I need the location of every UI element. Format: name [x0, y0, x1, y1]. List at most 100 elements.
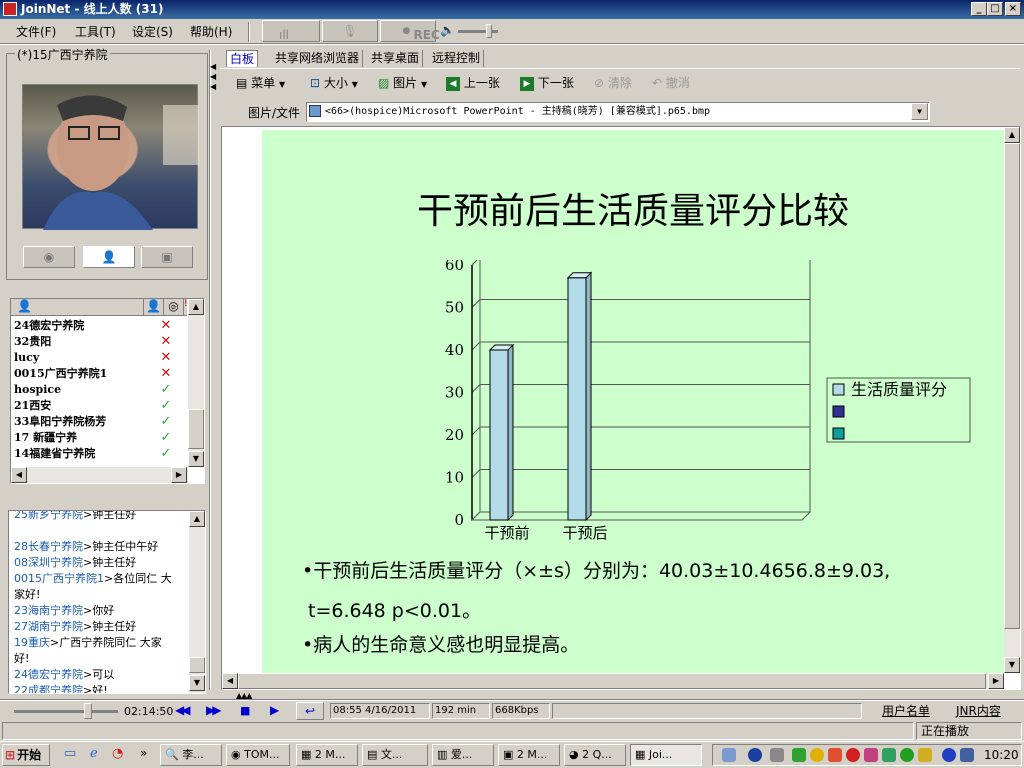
x-tick-label: 干预后 [562, 524, 607, 542]
camera-off-button[interactable]: ◉ [23, 246, 75, 268]
taskbar-button[interactable]: ◉ TOM... [226, 744, 290, 766]
start-button[interactable]: ⊞ 开始 [2, 744, 50, 766]
sound-icon[interactable] [770, 748, 784, 762]
menu-help[interactable]: 帮助(H) [190, 23, 232, 40]
chat-text: 家好! [14, 588, 41, 601]
tab-desktop-share[interactable]: 共享桌面 [368, 50, 424, 67]
keyboard-icon[interactable] [722, 748, 736, 762]
qq-icon[interactable] [810, 748, 824, 762]
ie-icon[interactable]: ℯ [90, 746, 98, 761]
tab-whiteboard[interactable]: 白板 [226, 50, 259, 67]
file-dropdown-button[interactable]: ▼ [911, 103, 928, 120]
menu-button[interactable]: ▤ 菜单 ▼ [236, 73, 285, 95]
menu-file[interactable]: 文件(F) [16, 23, 56, 40]
show-desktop-icon[interactable]: ▭ [64, 746, 76, 761]
volume-slider-thumb[interactable] [486, 24, 492, 38]
menu-tools[interactable]: 工具(T) [75, 23, 116, 40]
user-list-item[interactable]: lucy [14, 350, 39, 366]
prev-arrow-icon: ◀ [446, 76, 460, 91]
fast-forward-button[interactable]: ▶▶ [206, 703, 222, 717]
minimize-button[interactable]: _ [971, 2, 987, 16]
whiteboard-hscrollbar[interactable]: ◀ ▶ [222, 673, 1004, 689]
whiteboard-canvas[interactable]: 干预前后生活质量评分比较 0 10 20 30 40 50 60 干预前 干预后 生活质量评分 •… [221, 126, 1021, 690]
clock: 10:20 [984, 748, 1019, 762]
size-button[interactable]: ⊡ 大小 ▼ [310, 73, 358, 95]
bluetooth-icon[interactable] [942, 748, 956, 762]
taskbar-button[interactable]: ▣ 2 M... [498, 744, 560, 766]
menu-settings[interactable]: 设定(S) [132, 23, 173, 40]
tray-app-icon[interactable] [828, 748, 842, 762]
taskbar-button[interactable]: ▥ 爱... [432, 744, 494, 766]
taskbar-button[interactable]: ▦ Joi... [630, 744, 702, 766]
clear-label: 清除 [607, 76, 632, 90]
user-list-item[interactable]: 0015广西宁养院1 [14, 366, 107, 382]
taskbar-button[interactable]: ◕ 2 Q... [564, 744, 626, 766]
rewind-button[interactable]: ◀◀ [175, 703, 191, 717]
chat-scrollbar[interactable]: ▲ ▼ [189, 511, 205, 693]
taskbar-button[interactable]: ▦ 2 M... [296, 744, 358, 766]
mic-level-button[interactable]: ıll [262, 20, 320, 42]
user-list-link[interactable]: 用户名单 [882, 702, 930, 719]
whiteboard-vscrollbar[interactable]: ▲ ▼ [1004, 127, 1020, 673]
user-list-hscrollbar[interactable]: ◀ ▶ [11, 467, 188, 483]
help-icon[interactable] [748, 748, 762, 762]
user-list-item[interactable]: 17 新疆宁养 [14, 430, 77, 446]
return-live-button[interactable]: ↩ [296, 702, 324, 720]
quick-launch-more-icon[interactable]: » [140, 746, 147, 760]
playback-slider-thumb[interactable] [84, 703, 92, 719]
chat-panel: 25新乡宁养院>钟主任好 28长春宁养院>钟主任中午好 08深圳宁养院>钟主任好 00… [8, 510, 206, 694]
user-list-item[interactable]: 32贵阳 [14, 334, 51, 350]
clear-button[interactable]: ⊘ 清除 [594, 73, 632, 95]
record-button[interactable]: ● REC [380, 20, 440, 42]
user-list-scrollbar[interactable]: ▲ ▼ [188, 299, 204, 467]
prev-page-button[interactable]: ◀ 上一张 [446, 73, 500, 95]
volume-tray-icon[interactable] [960, 748, 974, 762]
network-icon[interactable] [792, 748, 806, 762]
browser-tray-icon[interactable] [846, 748, 860, 762]
file-label: 图片/文件 [248, 106, 301, 120]
camera-snapshot-button[interactable]: ▣ [141, 246, 193, 268]
next-page-button[interactable]: ▶ 下一张 [520, 73, 574, 95]
tab-web-browser[interactable]: 共享网络浏览器 [272, 50, 364, 67]
taskbar-button[interactable]: 🔍 李... [160, 744, 222, 766]
tray-app2-icon[interactable] [864, 748, 878, 762]
play-button[interactable]: ▶ [270, 703, 279, 717]
panel-collapse-arrows[interactable]: ◀ ◀ ◀ [210, 62, 218, 102]
picture-button[interactable]: ▨ 图片 ▼ [378, 73, 427, 95]
tray-app5-icon[interactable] [918, 748, 932, 762]
taskbar-button[interactable]: ▤ 文... [362, 744, 428, 766]
volume-slider-track[interactable] [458, 30, 498, 33]
file-select[interactable]: <66>(hospice)Microsoft PowerPoint - 主持稿(… [306, 102, 930, 122]
chat-message: 0015广西宁养院1>各位同仁 大 [14, 571, 172, 587]
browser-icon[interactable]: ◔ [112, 746, 123, 761]
user-list-item[interactable]: 14福建省宁养院 [14, 446, 95, 462]
chat-message: 19重庆>广西宁养院同仁 大家 [14, 635, 162, 651]
camera-user-button[interactable]: 👤 [83, 246, 135, 268]
user-list-item[interactable]: 24德宏宁养院 [14, 318, 84, 334]
close-button[interactable]: × [1005, 2, 1021, 16]
slide-title: 干预前后生活质量评分比较 [416, 191, 849, 232]
chat-text: >你好 [83, 604, 115, 617]
menu-button-label: 菜单 [251, 76, 276, 90]
user-list: 👤 👤 ◎ ! 24德宏宁养院 ✕ 32贵阳 ✕ lucy ✕ 0015广西宁养院1 ✕ hos… [10, 298, 205, 484]
tray-app3-icon[interactable] [882, 748, 896, 762]
maximize-button[interactable]: □ [987, 2, 1003, 16]
prev-page-label: 上一张 [463, 76, 500, 90]
mic-mute-button[interactable]: 🎙 [322, 20, 378, 42]
stop-button[interactable]: ■ [240, 704, 250, 717]
chat-message: 22成都宁养院>好! [14, 683, 108, 693]
taskbar-button-label: 2 M... [314, 748, 346, 761]
undo-button[interactable]: ↶ 撤消 [652, 73, 690, 95]
user-list-item[interactable]: 33阜阳宁养院杨芳 [14, 414, 106, 430]
playback-status: 正在播放 [916, 722, 1022, 740]
taskbar-app-icon: ▤ [367, 748, 381, 761]
dropdown-icon: ▼ [351, 80, 358, 89]
jnr-content-link[interactable]: JNR内容 [956, 702, 1001, 719]
chat-message: 27湖南宁养院>钟主任好 [14, 619, 136, 635]
user-list-item[interactable]: 21西安 [14, 398, 51, 414]
user-list-item[interactable]: hospice [14, 382, 61, 398]
tab-remote-control[interactable]: 远程控制 [429, 50, 485, 67]
tray-app4-icon[interactable] [900, 748, 914, 762]
y-tick-label: 60 [445, 260, 464, 274]
playback-slider-track[interactable] [14, 710, 118, 713]
